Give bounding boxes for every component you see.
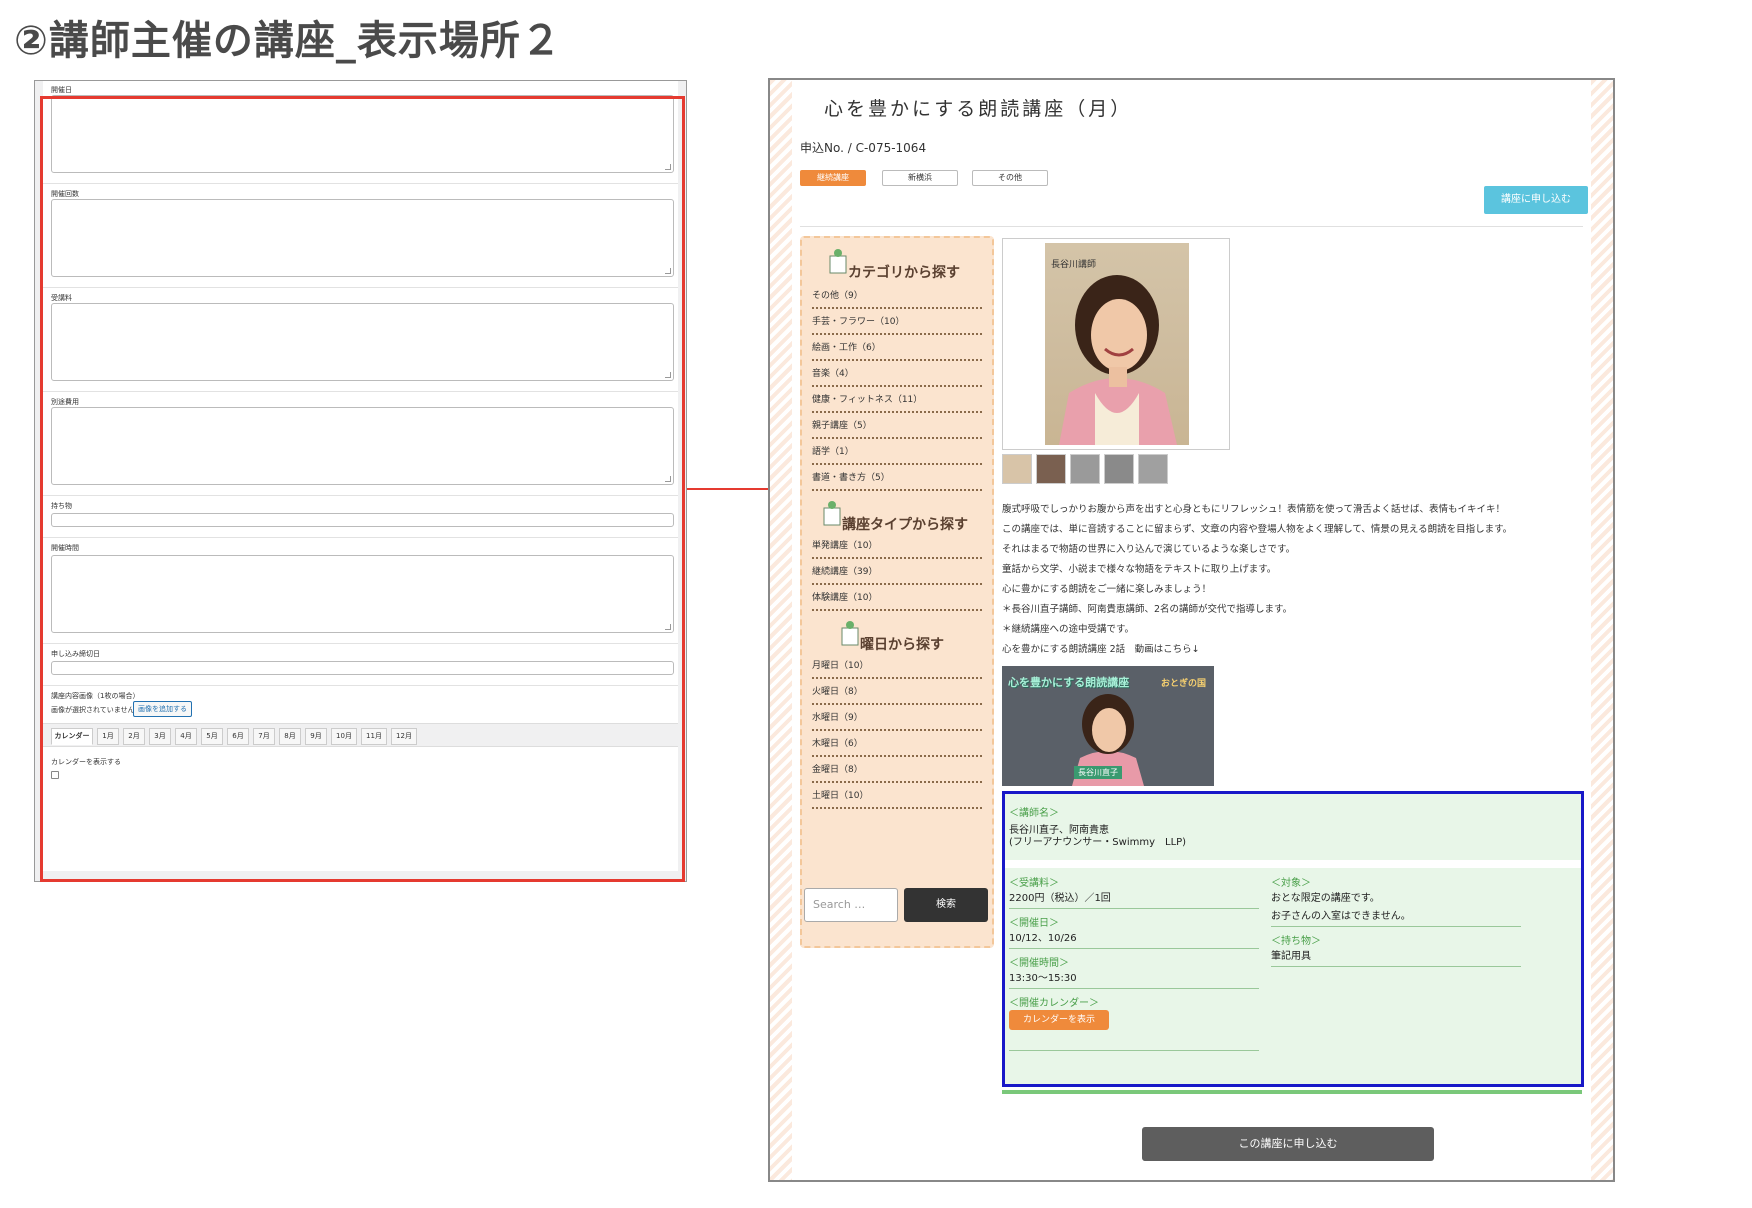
application-number: 申込No. / C-075-1064: [800, 141, 927, 155]
description-line: それはまるで物語の世界に入り込んで演じているような楽しさです。: [1002, 544, 1296, 555]
items-value: 筆記用具: [1271, 951, 1311, 962]
video-title: 心を豊かにする朗読講座: [1008, 676, 1130, 689]
sidebar-day-item[interactable]: 月曜日（10）: [812, 658, 982, 679]
sidebar-day-item[interactable]: 火曜日（8）: [812, 684, 982, 705]
instructor-label: ＜講師名＞: [1009, 808, 1059, 819]
apply-button-bottom[interactable]: この講座に申し込む: [1142, 1127, 1434, 1161]
divider: [1009, 1050, 1259, 1051]
sidebar-category-item[interactable]: 音楽（4）: [812, 366, 982, 387]
sidebar-day-item[interactable]: 水曜日（9）: [812, 710, 982, 731]
search-button[interactable]: 検索: [904, 888, 988, 922]
apply-button-top[interactable]: 講座に申し込む: [1484, 186, 1588, 214]
sidebar-type-item[interactable]: 体験講座（10）: [812, 590, 982, 611]
sidebar-category-item[interactable]: 手芸・フラワー（10）: [812, 314, 982, 335]
fee-label: ＜受講料＞: [1009, 878, 1059, 889]
video-thumbnail[interactable]: 心を豊かにする朗読講座 おとぎの国 長谷川直子: [1002, 666, 1214, 786]
decorative-stripe: [1591, 80, 1613, 1180]
instructor-photo-frame: 長谷川講師: [1002, 238, 1230, 450]
course-title: 心を豊かにする朗読講座（月）: [824, 98, 1133, 120]
instructor-photo: 長谷川講師: [1045, 243, 1189, 445]
category-heading: カテゴリから探す: [848, 265, 960, 281]
bag-icon: [829, 249, 847, 274]
sidebar-type-item[interactable]: 単発講座（10）: [812, 538, 982, 559]
thumbnail-strip: [1002, 454, 1232, 486]
decorative-stripe: [770, 80, 792, 1180]
description-line: ＊継続講座への途中受講です。: [1002, 624, 1135, 635]
divider: [1005, 860, 1581, 868]
divider: [1002, 1090, 1582, 1094]
sidebar-category-item[interactable]: 書道・書き方（5）: [812, 470, 982, 491]
sidebar-category-item[interactable]: 絵画・工作（6）: [812, 340, 982, 361]
video-name-caption: 長谷川直子: [1074, 766, 1122, 779]
target-label: ＜対象＞: [1271, 878, 1311, 889]
description-line: 心を豊かにする朗読講座 2話 動画はこちら↓: [1002, 644, 1200, 655]
website-screenshot: 心を豊かにする朗読講座（月） 申込No. / C-075-1064 継続講座 新…: [768, 78, 1615, 1182]
sidebar-category-item[interactable]: 親子講座（5）: [812, 418, 982, 439]
thumbnail[interactable]: [1104, 454, 1134, 484]
instructor-portrait-icon: [1059, 275, 1177, 445]
sidebar-category-item[interactable]: 健康・フィットネス（11）: [812, 392, 982, 413]
description-line: 童話から文学、小説まで様々な物語をテキストに取り上げます。: [1002, 564, 1277, 575]
bag-icon: [841, 621, 859, 646]
instructor-affiliation: (フリーアナウンサー・Swimmy LLP): [1009, 837, 1187, 848]
search-input[interactable]: Search …: [804, 888, 898, 922]
tag-course-type[interactable]: 継続講座: [800, 170, 866, 186]
description-line: この講座では、単に音読することに留まらず、文章の内容や登場人物をよく理解して、情…: [1002, 524, 1513, 535]
field-label-date: 開催日: [51, 86, 72, 94]
course-description: 腹式呼吸でしっかりお腹から声を出すと心身ともにリフレッシュ！表情筋を使って滑舌よ…: [1002, 500, 1572, 660]
divider: [1009, 988, 1259, 989]
target-note: お子さんの入室はできません。: [1271, 911, 1411, 922]
course-info-box: ＜講師名＞ 長谷川直子、阿南貴恵 (フリーアナウンサー・Swimmy LLP) …: [1002, 791, 1584, 1087]
sidebar-day-item[interactable]: 金曜日（8）: [812, 762, 982, 783]
thumbnail[interactable]: [1036, 454, 1066, 484]
weekday-heading: 曜日から探す: [860, 637, 944, 653]
sidebar-category-item[interactable]: 語学（1）: [812, 444, 982, 465]
description-line: ＊長谷川直子講師、阿南貴恵講師、2名の講師が交代で指導します。: [1002, 604, 1293, 615]
slide-title: ②講師主催の講座_表示場所２: [14, 18, 562, 64]
course-type-heading: 講座タイプから探す: [842, 517, 968, 533]
target-value: おとな限定の講座です。: [1271, 893, 1380, 904]
sidebar-category-item[interactable]: その他（9）: [812, 288, 982, 309]
thumbnail[interactable]: [1070, 454, 1100, 484]
description-line: 心に豊かにする朗読をご一緒に楽しみましょう！: [1002, 584, 1212, 595]
divider: [1009, 908, 1259, 909]
thumbnail[interactable]: [1002, 454, 1032, 484]
bag-icon: [823, 501, 841, 526]
time-label: ＜開催時間＞: [1009, 958, 1069, 969]
photo-caption: 長谷川講師: [1051, 260, 1097, 270]
description-line: 腹式呼吸でしっかりお腹から声を出すと心身ともにリフレッシュ！表情筋を使って滑舌よ…: [1002, 504, 1506, 515]
sidebar-day-item[interactable]: 土曜日（10）: [812, 788, 982, 809]
tag-category[interactable]: その他: [972, 170, 1048, 186]
divider: [1009, 948, 1259, 949]
sidebar: カテゴリから探す その他（9） 手芸・フラワー（10） 絵画・工作（6） 音楽（…: [800, 236, 994, 948]
show-calendar-button[interactable]: カレンダーを表示: [1009, 1010, 1109, 1030]
divider: [800, 226, 1583, 227]
video-subtitle: おとぎの国: [1160, 679, 1206, 689]
divider: [1271, 966, 1521, 967]
date-label: ＜開催日＞: [1009, 918, 1059, 929]
divider: [1271, 926, 1521, 927]
admin-highlight-box: [40, 96, 685, 882]
thumbnail[interactable]: [1138, 454, 1168, 484]
tag-location[interactable]: 新横浜: [882, 170, 958, 186]
calendar-label: ＜開催カレンダー＞: [1009, 998, 1099, 1009]
time-value: 13:30〜15:30: [1009, 973, 1077, 984]
date-value: 10/12、10/26: [1009, 933, 1077, 944]
sidebar-day-item[interactable]: 木曜日（6）: [812, 736, 982, 757]
fee-value: 2200円（税込）／1回: [1009, 893, 1111, 904]
sidebar-type-item[interactable]: 継続講座（39）: [812, 564, 982, 585]
items-label: ＜持ち物＞: [1271, 936, 1321, 947]
